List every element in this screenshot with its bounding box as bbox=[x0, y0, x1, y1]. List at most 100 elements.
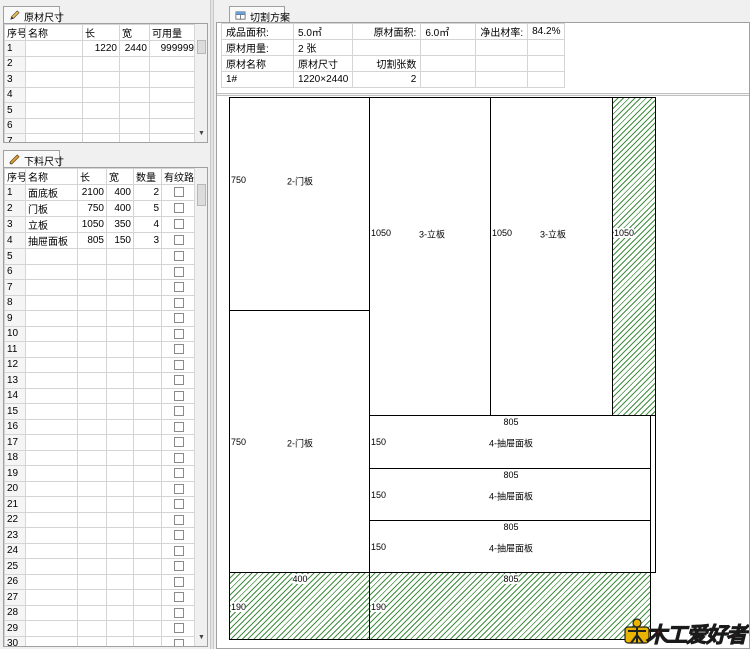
cell-length[interactable] bbox=[77, 573, 107, 590]
table-row[interactable]: 22 bbox=[4, 511, 197, 528]
cell-width[interactable] bbox=[106, 542, 134, 559]
cell-width[interactable] bbox=[106, 372, 134, 389]
cell-available[interactable] bbox=[149, 71, 197, 88]
cell-name[interactable] bbox=[25, 635, 78, 646]
cell-quantity[interactable]: 4 bbox=[133, 216, 162, 233]
cell-name[interactable] bbox=[25, 418, 78, 435]
grain-checkbox[interactable] bbox=[174, 203, 184, 214]
grain-checkbox[interactable] bbox=[174, 437, 184, 448]
cell-quantity[interactable] bbox=[133, 620, 162, 637]
cell-width[interactable] bbox=[106, 387, 134, 404]
cell-length[interactable] bbox=[77, 527, 107, 544]
cell-name[interactable] bbox=[25, 496, 78, 513]
cell-name[interactable] bbox=[25, 263, 78, 280]
cell-length[interactable]: 805 bbox=[77, 232, 107, 249]
cell-width[interactable] bbox=[106, 356, 134, 373]
cell-length[interactable] bbox=[77, 263, 107, 280]
cell-length[interactable] bbox=[77, 387, 107, 404]
cell-available[interactable] bbox=[149, 117, 197, 134]
table-row[interactable]: 17 bbox=[4, 434, 197, 451]
row-number[interactable]: 20 bbox=[4, 480, 26, 497]
table-row[interactable]: 13 bbox=[4, 372, 197, 389]
table-row[interactable]: 7 bbox=[4, 279, 197, 296]
col-header-length[interactable]: 长 bbox=[82, 24, 120, 41]
table-row[interactable]: 28 bbox=[4, 604, 197, 621]
cell-name[interactable] bbox=[25, 341, 78, 358]
cell-length[interactable] bbox=[82, 55, 120, 72]
cell-width[interactable] bbox=[119, 86, 150, 103]
cell-width[interactable] bbox=[119, 117, 150, 134]
table-row[interactable]: 18 bbox=[4, 449, 197, 466]
cell-width[interactable] bbox=[106, 496, 134, 513]
row-number[interactable]: 2 bbox=[4, 200, 26, 217]
cell-quantity[interactable] bbox=[133, 480, 162, 497]
cell-name[interactable] bbox=[25, 434, 78, 451]
row-number[interactable]: 4 bbox=[4, 86, 26, 103]
raw-material-scrollbar[interactable]: ▼ bbox=[194, 24, 207, 142]
cell-width[interactable] bbox=[106, 403, 134, 420]
cut-pieces-scrollbar[interactable]: ▼ bbox=[194, 168, 207, 646]
grain-checkbox[interactable] bbox=[174, 561, 184, 572]
cell-length[interactable] bbox=[77, 294, 107, 311]
cell-name[interactable] bbox=[25, 480, 78, 497]
grain-checkbox[interactable] bbox=[174, 576, 184, 587]
cell-name[interactable] bbox=[25, 465, 78, 482]
cell-length[interactable] bbox=[77, 604, 107, 621]
cell-quantity[interactable] bbox=[133, 542, 162, 559]
cell-width[interactable] bbox=[119, 102, 150, 119]
cell-quantity[interactable] bbox=[133, 449, 162, 466]
cell-length[interactable] bbox=[77, 434, 107, 451]
row-number[interactable]: 12 bbox=[4, 356, 26, 373]
cell-width[interactable] bbox=[106, 449, 134, 466]
cell-length[interactable] bbox=[77, 403, 107, 420]
cell-quantity[interactable] bbox=[133, 434, 162, 451]
cell-length[interactable]: 750 bbox=[77, 200, 107, 217]
grain-checkbox[interactable] bbox=[174, 468, 184, 479]
cell-width[interactable]: 350 bbox=[106, 216, 134, 233]
cell-available[interactable] bbox=[149, 55, 197, 72]
row-number[interactable]: 24 bbox=[4, 542, 26, 559]
cell-length[interactable] bbox=[82, 86, 120, 103]
cell-length[interactable] bbox=[77, 542, 107, 559]
grain-checkbox[interactable] bbox=[174, 623, 184, 634]
cell-name[interactable] bbox=[25, 325, 78, 342]
cell-quantity[interactable] bbox=[133, 527, 162, 544]
grain-checkbox[interactable] bbox=[174, 266, 184, 277]
col-header-no[interactable]: 序号 bbox=[4, 24, 26, 41]
cell-quantity[interactable] bbox=[133, 604, 162, 621]
grain-checkbox[interactable] bbox=[174, 499, 184, 510]
grain-checkbox[interactable] bbox=[174, 251, 184, 262]
cell-quantity[interactable] bbox=[133, 418, 162, 435]
table-row[interactable]: 4 bbox=[4, 86, 197, 103]
grain-checkbox[interactable] bbox=[174, 219, 184, 230]
cell-width[interactable] bbox=[106, 527, 134, 544]
cell-name[interactable] bbox=[25, 558, 78, 575]
table-row[interactable]: 24 bbox=[4, 542, 197, 559]
cell-name[interactable]: 立板 bbox=[25, 216, 78, 233]
cell-name[interactable] bbox=[25, 86, 83, 103]
cell-name[interactable] bbox=[25, 527, 78, 544]
table-row[interactable]: 2 bbox=[4, 55, 197, 72]
row-number[interactable]: 22 bbox=[4, 511, 26, 528]
cell-length[interactable] bbox=[77, 635, 107, 646]
row-number[interactable]: 29 bbox=[4, 620, 26, 637]
table-row[interactable]: 7 bbox=[4, 133, 197, 142]
cell-length[interactable] bbox=[77, 341, 107, 358]
col-header-quantity[interactable]: 数量 bbox=[133, 168, 162, 185]
grain-checkbox[interactable] bbox=[174, 452, 184, 463]
waste-strip-bottom[interactable]: 400 190 bbox=[229, 572, 370, 640]
table-row[interactable]: 21 bbox=[4, 496, 197, 513]
table-row[interactable]: 25 bbox=[4, 558, 197, 575]
row-number[interactable]: 5 bbox=[4, 102, 26, 119]
row-number[interactable]: 25 bbox=[4, 558, 26, 575]
table-row[interactable]: 23 bbox=[4, 527, 197, 544]
row-number[interactable]: 13 bbox=[4, 372, 26, 389]
row-number[interactable]: 2 bbox=[4, 55, 26, 72]
cell-name[interactable] bbox=[25, 294, 78, 311]
cell-name[interactable] bbox=[25, 511, 78, 528]
cell-length[interactable] bbox=[77, 356, 107, 373]
cell-length[interactable] bbox=[77, 449, 107, 466]
table-row[interactable]: 27 bbox=[4, 589, 197, 606]
row-number[interactable]: 10 bbox=[4, 325, 26, 342]
cell-length[interactable] bbox=[77, 248, 107, 265]
